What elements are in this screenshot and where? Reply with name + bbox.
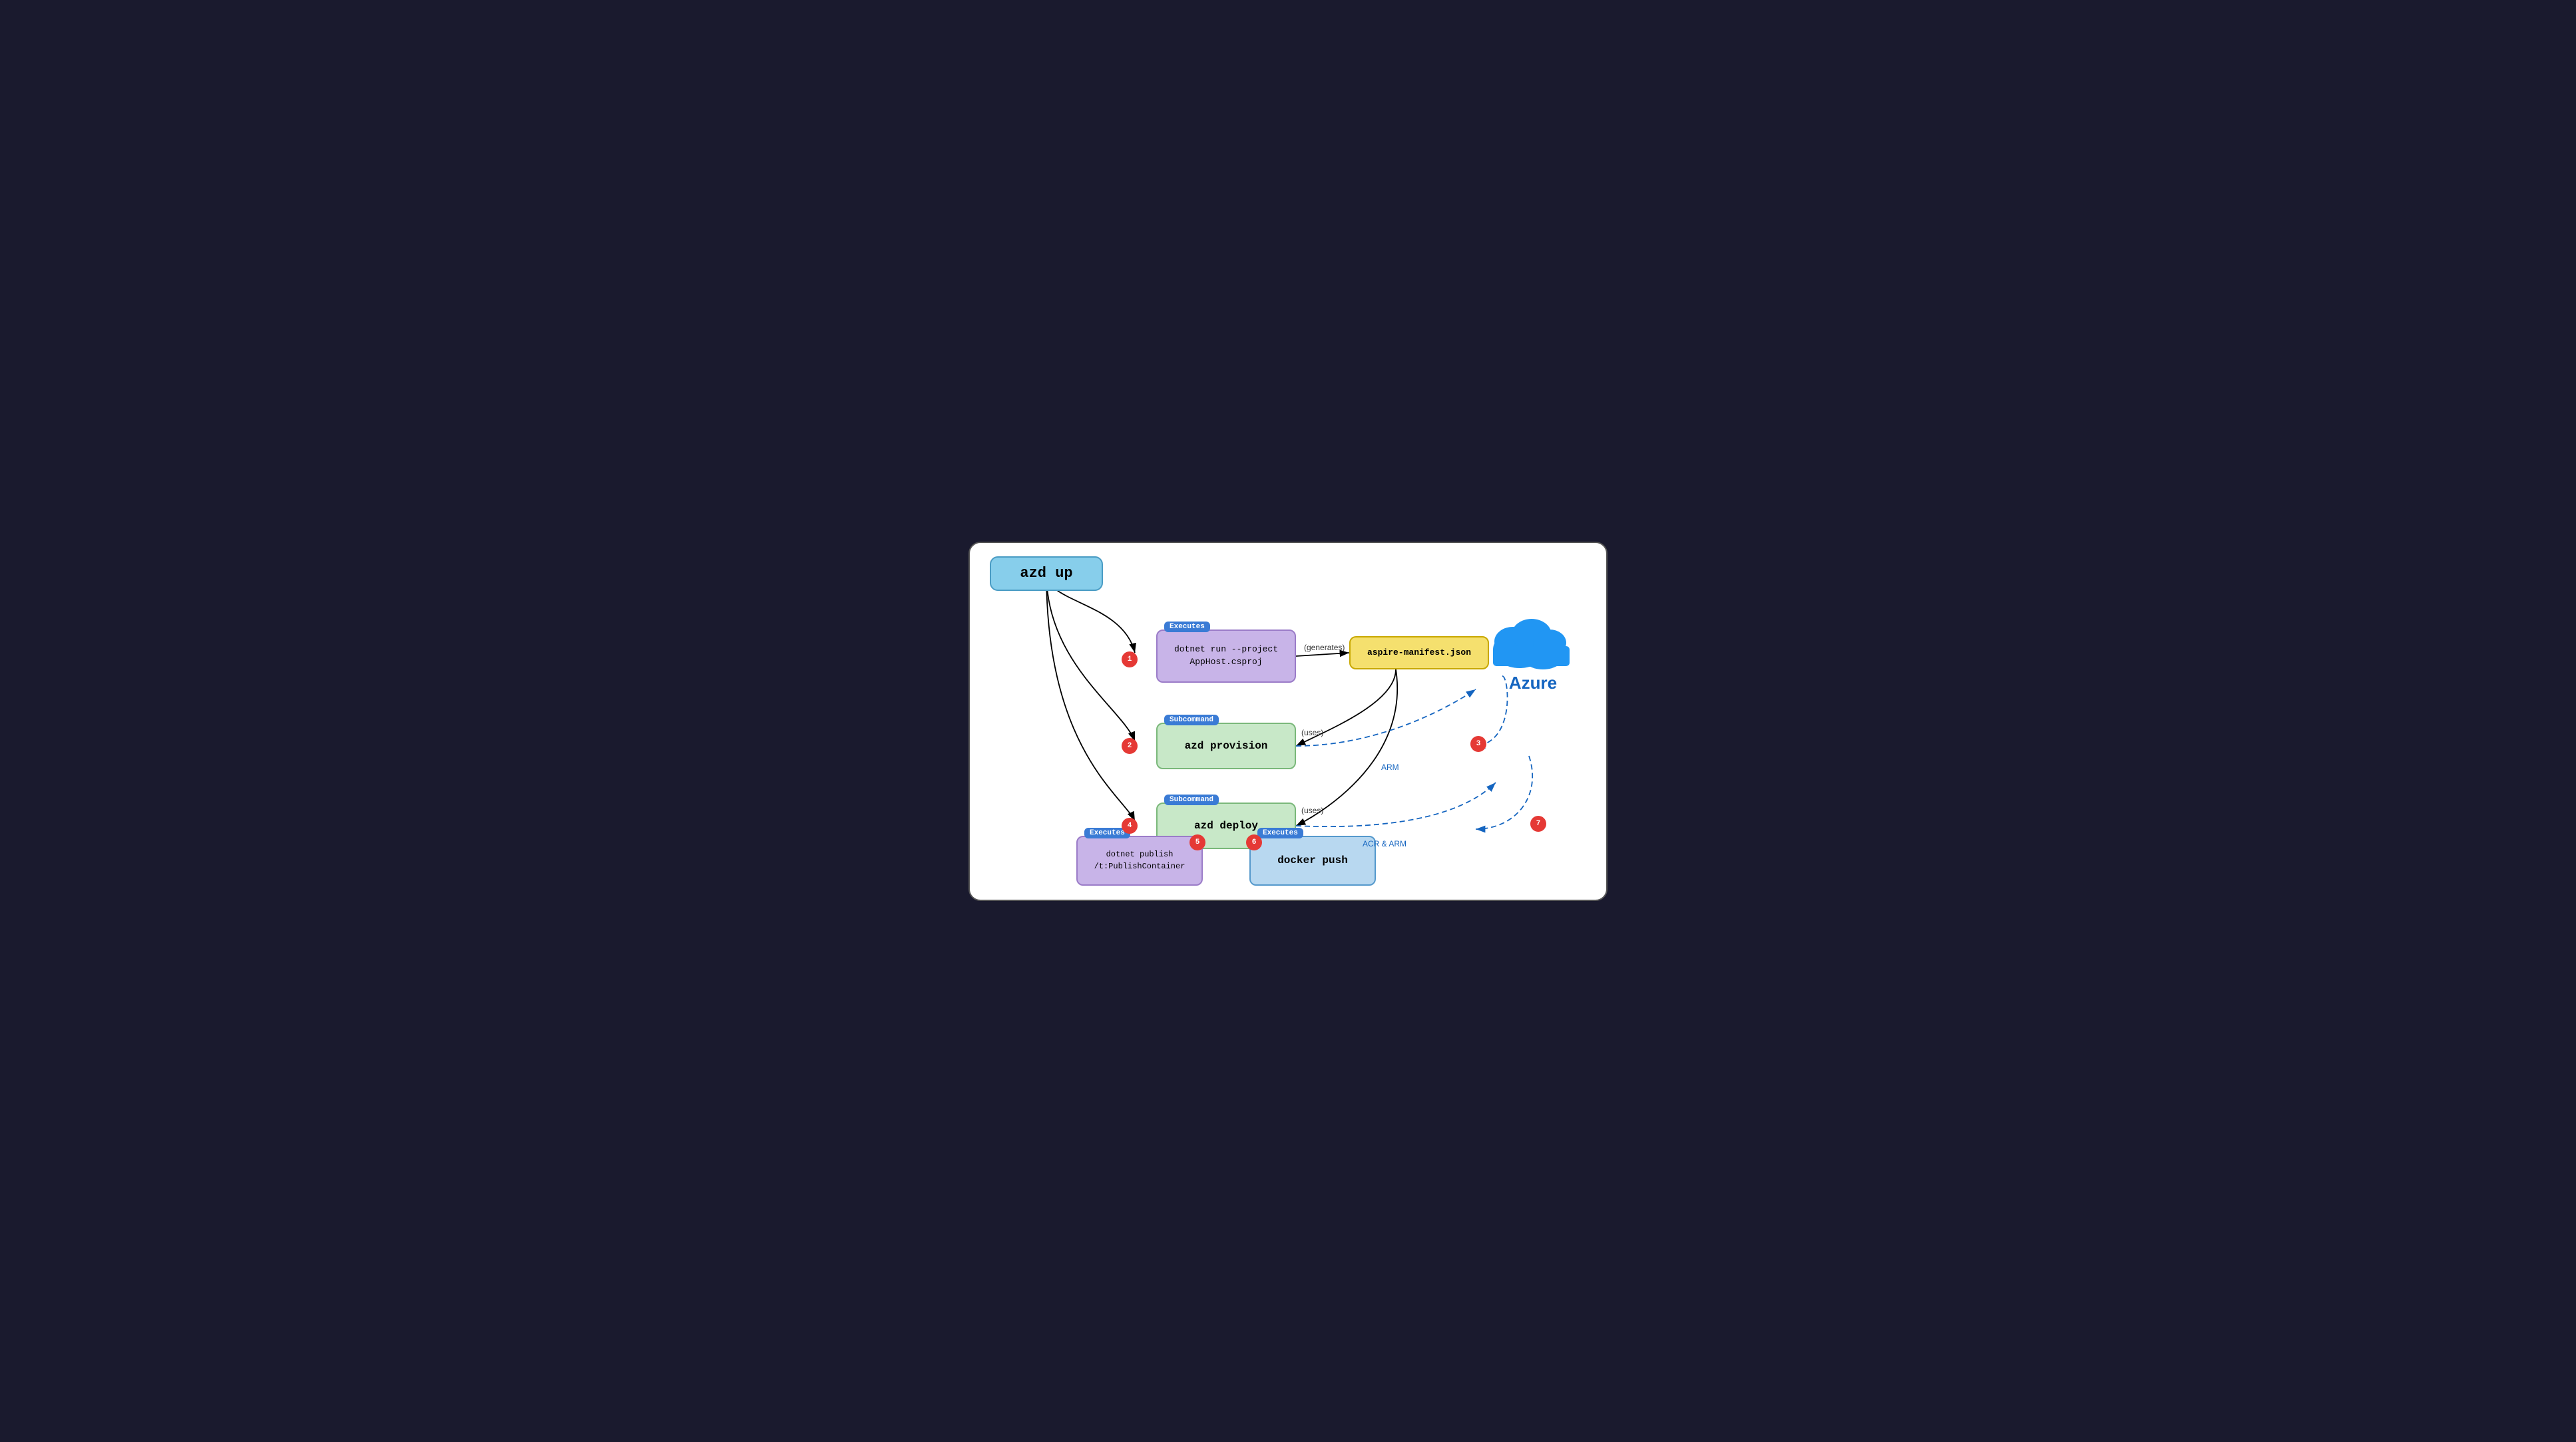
docker-push-node: Executes docker push xyxy=(1249,836,1376,886)
step-2-circle: 2 xyxy=(1122,738,1138,754)
azd-provision-node: Subcommand azd provision xyxy=(1156,723,1296,769)
diagram-container: azd up Executes dotnet run --project App… xyxy=(968,542,1608,901)
step-4-circle: 4 xyxy=(1122,818,1138,834)
step-7-circle: 7 xyxy=(1530,816,1546,832)
cloud-icon xyxy=(1486,610,1580,669)
step-5-circle: 5 xyxy=(1189,834,1205,850)
azd-provision-badge: Subcommand xyxy=(1164,715,1219,725)
uses2-label: (uses) xyxy=(1301,806,1323,815)
azd-deploy-badge: Subcommand xyxy=(1164,795,1219,805)
docker-push-badge: Executes xyxy=(1257,828,1303,838)
acr-arm-label: ACR & ARM xyxy=(1363,839,1406,848)
azd-deploy-label: azd deploy xyxy=(1194,820,1258,832)
azd-up-node: azd up xyxy=(990,556,1103,591)
step-6-circle: 6 xyxy=(1246,834,1262,850)
dotnet-run-node: Executes dotnet run --project AppHost.cs… xyxy=(1156,630,1296,683)
azd-provision-label: azd provision xyxy=(1185,740,1268,752)
generates-label: (generates) xyxy=(1304,643,1345,652)
step-1-circle: 1 xyxy=(1122,651,1138,667)
uses1-label: (uses) xyxy=(1301,728,1323,737)
aspire-manifest-label: aspire-manifest.json xyxy=(1367,647,1471,657)
aspire-manifest-node: aspire-manifest.json xyxy=(1349,636,1489,669)
arm-label: ARM xyxy=(1381,763,1399,772)
dotnet-run-badge: Executes xyxy=(1164,622,1210,632)
docker-push-label: docker push xyxy=(1277,854,1348,866)
dotnet-run-text: dotnet run --project AppHost.csproj xyxy=(1174,643,1278,667)
step-3-circle: 3 xyxy=(1470,736,1486,752)
azure-label: Azure xyxy=(1486,673,1580,693)
dotnet-publish-text: dotnet publish /t:PublishContainer xyxy=(1094,848,1185,872)
dotnet-publish-node: Executes dotnet publish /t:PublishContai… xyxy=(1076,836,1203,886)
azure-cloud: Azure xyxy=(1486,610,1580,693)
azd-up-label: azd up xyxy=(1020,565,1072,582)
